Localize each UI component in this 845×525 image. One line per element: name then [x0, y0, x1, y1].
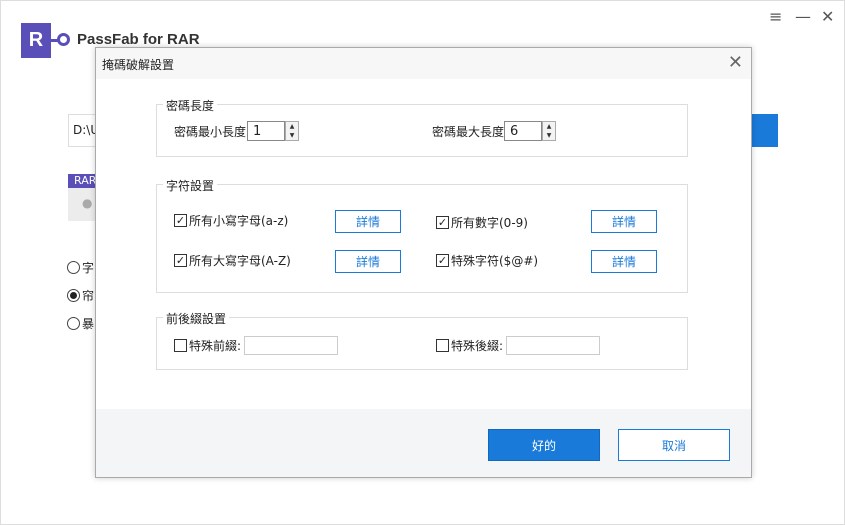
radio-label: 暴 — [82, 317, 95, 331]
radio-selected-icon — [67, 289, 80, 302]
dialog-title: 掩碼破解設置 — [96, 48, 751, 79]
lock-icon: ● — [82, 196, 93, 210]
prefix-input[interactable] — [244, 336, 338, 355]
max-length-label: 密碼最大長度 — [432, 125, 505, 139]
length-group-label: 密碼長度 — [163, 97, 218, 114]
min-length-stepper[interactable]: ▲ ▼ — [285, 121, 299, 141]
affix-group: 前後綴設置 特殊前綴: 特殊後綴: — [156, 310, 688, 370]
radio-option-3[interactable]: 暴 — [67, 315, 94, 332]
checkbox-label: 所有大寫字母(A-Z) — [189, 254, 291, 268]
digits-detail-button[interactable]: 詳情 — [591, 210, 657, 233]
browse-button[interactable] — [749, 114, 778, 147]
digits-checkbox[interactable]: ✓ 所有數字(0-9) — [436, 214, 528, 231]
special-chars-checkbox[interactable]: ✓ 特殊字符($@#) — [436, 252, 538, 269]
radio-option-1[interactable]: 字 — [67, 259, 94, 276]
uppercase-checkbox[interactable]: ✓ 所有大寫字母(A-Z) — [174, 252, 291, 269]
logo-dot — [57, 33, 70, 46]
rar-file-box: ● — [68, 188, 98, 221]
ok-button[interactable]: 好的 — [488, 429, 600, 461]
prefix-checkbox[interactable]: 特殊前綴: — [174, 337, 241, 354]
max-length-stepper[interactable]: ▲ ▼ — [542, 121, 556, 141]
charset-group-label: 字符設置 — [163, 177, 218, 194]
cancel-button[interactable]: 取消 — [618, 429, 730, 461]
min-length-input[interactable]: 1 — [247, 121, 285, 141]
app-title: PassFab for RAR — [77, 31, 200, 48]
dialog-close-icon[interactable]: ✕ — [728, 52, 743, 73]
lowercase-checkbox[interactable]: ✓ 所有小寫字母(a-z) — [174, 212, 288, 229]
radio-option-2[interactable]: 帘 — [67, 287, 94, 304]
length-group: 密碼長度 密碼最小長度 1 ▲ ▼ 密碼最大長度 6 ▲ ▼ — [156, 97, 688, 157]
minimize-icon[interactable]: — — [795, 7, 811, 26]
checkbox-label: 特殊前綴: — [189, 339, 242, 353]
close-icon[interactable]: ✕ — [821, 7, 834, 26]
suffix-input[interactable] — [506, 336, 600, 355]
radio-icon — [67, 261, 80, 274]
uppercase-detail-button[interactable]: 詳情 — [335, 250, 401, 273]
rar-label: RAR — [68, 174, 98, 188]
checkbox-label: 所有數字(0-9) — [451, 216, 528, 230]
radio-icon — [67, 317, 80, 330]
lowercase-detail-button[interactable]: 詳情 — [335, 210, 401, 233]
suffix-checkbox[interactable]: 特殊後綴: — [436, 337, 503, 354]
mask-attack-settings-dialog: 掩碼破解設置 ✕ 密碼長度 密碼最小長度 1 ▲ ▼ 密碼最大長度 6 ▲ ▼ 字符… — [95, 47, 752, 478]
checkbox-label: 特殊字符($@#) — [451, 254, 539, 268]
radio-label: 帘 — [82, 289, 95, 303]
app-logo: R — [21, 23, 51, 58]
charset-group: 字符設置 ✓ 所有小寫字母(a-z) 詳情 ✓ 所有數字(0-9) 詳情 ✓ 所有大寫… — [156, 177, 688, 293]
affix-group-label: 前後綴設置 — [163, 310, 230, 327]
max-length-input[interactable]: 6 — [504, 121, 542, 141]
checkbox-label: 特殊後綴: — [451, 339, 504, 353]
radio-label: 字 — [82, 261, 95, 275]
special-chars-detail-button[interactable]: 詳情 — [591, 250, 657, 273]
menu-icon[interactable]: ≡ — [769, 7, 782, 26]
min-length-label: 密碼最小長度 — [174, 125, 247, 139]
checkbox-label: 所有小寫字母(a-z) — [189, 214, 289, 228]
